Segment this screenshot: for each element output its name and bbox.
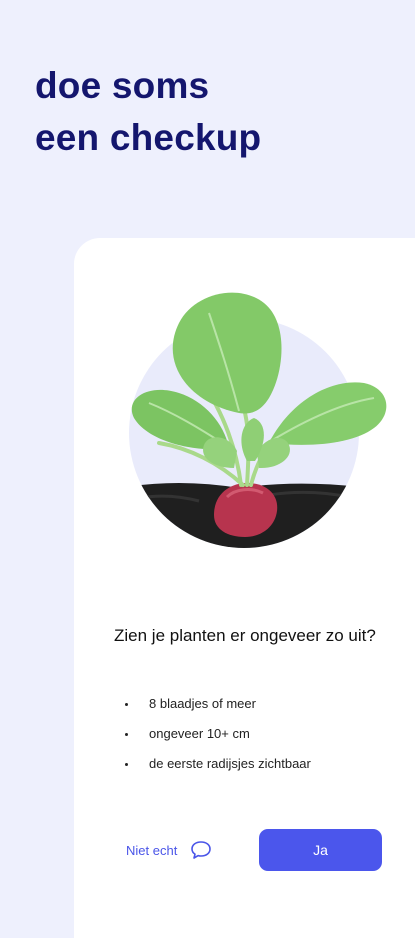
bullet-icon [125, 733, 128, 736]
yes-button[interactable]: Ja [259, 829, 382, 871]
checkup-question: Zien je planten er ongeveer zo uit? [114, 626, 376, 645]
checklist: 8 blaadjes of meer ongeveer 10+ cm de ee… [114, 694, 311, 784]
not-really-button[interactable]: Niet echt [126, 836, 213, 864]
checklist-item-label: ongeveer 10+ cm [149, 726, 250, 741]
page-title-line-2: een checkup [35, 117, 262, 158]
checklist-item-label: 8 blaadjes of meer [149, 696, 256, 711]
checklist-item: de eerste radijsjes zichtbaar [114, 754, 311, 784]
bullet-icon [125, 763, 128, 766]
page-title: doe soms een checkup [35, 60, 261, 164]
checklist-item-label: de eerste radijsjes zichtbaar [149, 756, 311, 771]
not-really-button-label: Niet echt [126, 842, 178, 858]
radish-plant-illustration [129, 292, 387, 548]
checkup-card: Zien je planten er ongeveer zo uit? 8 bl… [74, 238, 415, 938]
checklist-item: 8 blaadjes of meer [114, 694, 311, 724]
page-title-line-1: doe soms [35, 65, 210, 106]
bullet-icon [125, 703, 128, 706]
checklist-item: ongeveer 10+ cm [114, 724, 311, 754]
chat-bubble-icon [191, 841, 212, 859]
